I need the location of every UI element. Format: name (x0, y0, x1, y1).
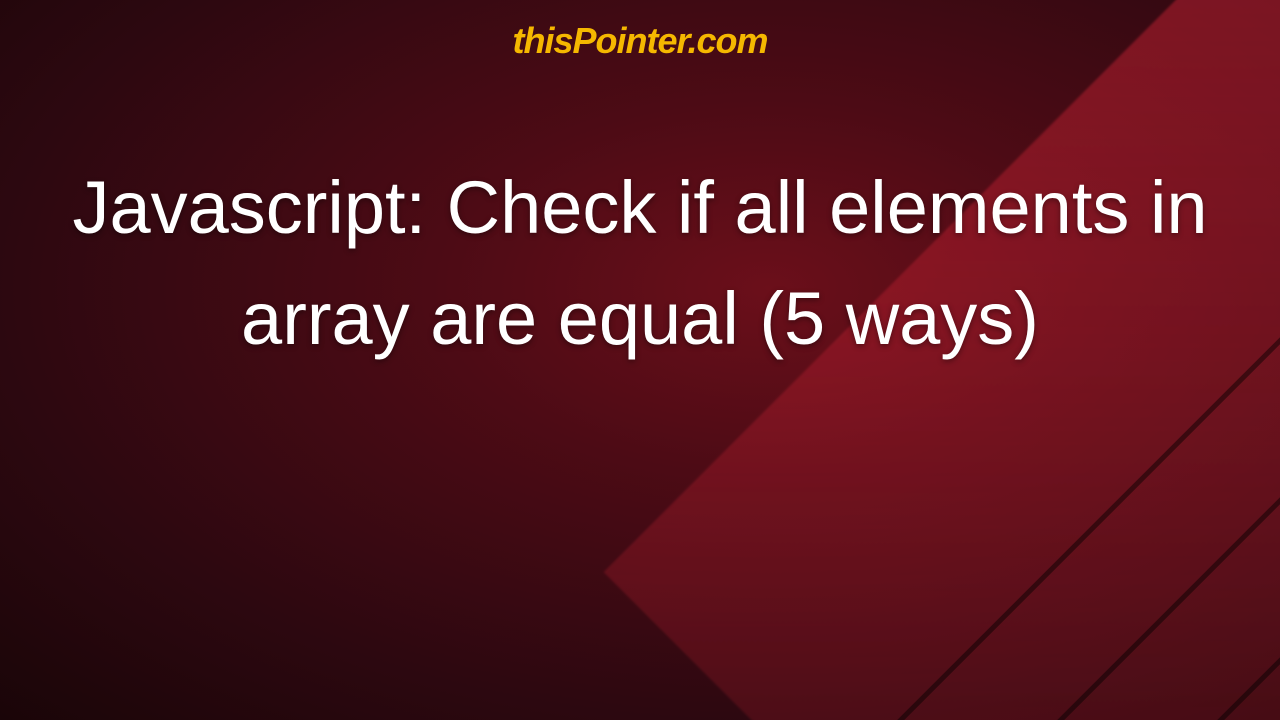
content-container: thisPointer.com Javascript: Check if all… (0, 0, 1280, 720)
article-title: Javascript: Check if all elements in arr… (0, 152, 1280, 374)
site-logo: thisPointer.com (512, 20, 767, 62)
